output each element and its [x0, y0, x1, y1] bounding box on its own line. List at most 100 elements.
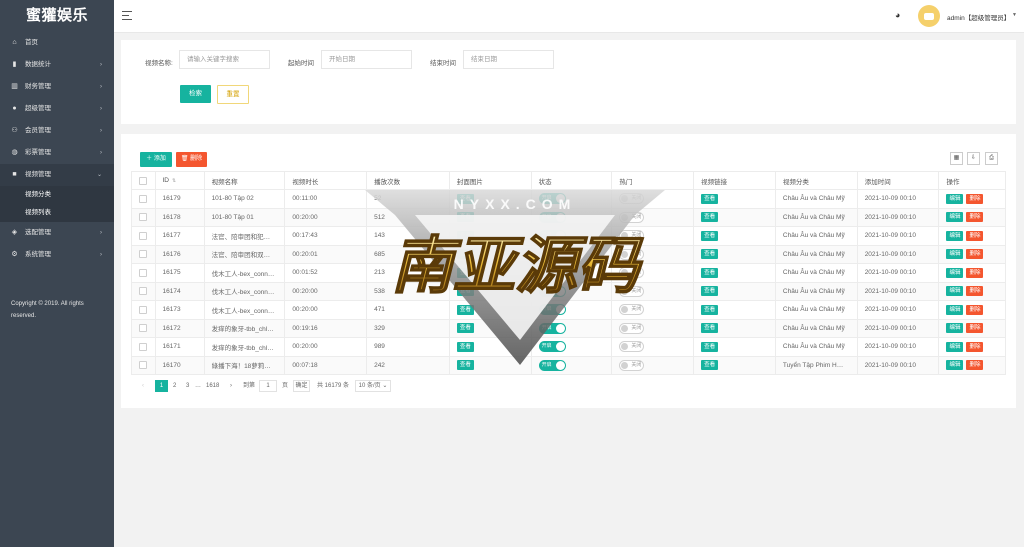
table-row[interactable]: 16175 伐木工人-bex_conn… 00:01:52 213 查看 开启 关闭 查看 Ch…: [131, 263, 1006, 283]
bulk-delete-button[interactable]: 🗑 删除: [176, 152, 207, 167]
add-button[interactable]: ＋ 添加: [140, 152, 172, 167]
status-toggle[interactable]: 开启: [538, 230, 566, 242]
view-cover-button[interactable]: 查看: [456, 286, 474, 297]
export-icon[interactable]: ⇩: [967, 152, 980, 165]
edit-button[interactable]: 编辑: [946, 304, 964, 315]
column-header[interactable]: ID ⇅: [154, 171, 205, 190]
edit-button[interactable]: 编辑: [946, 360, 964, 371]
page-2[interactable]: 2: [173, 380, 176, 392]
hot-toggle[interactable]: 关闭: [619, 304, 645, 316]
view-cover-button[interactable]: 查看: [456, 267, 474, 278]
sidebar-item-lottery[interactable]: ◍ 彩票管理 ›: [0, 142, 114, 164]
sidebar-item-video[interactable]: ■ 视频管理 ⌄: [0, 164, 114, 186]
delete-button[interactable]: 删除: [966, 212, 984, 223]
status-toggle[interactable]: 开启: [538, 267, 566, 279]
search-button[interactable]: 检索: [180, 85, 211, 103]
hot-toggle[interactable]: 关闭: [619, 193, 645, 205]
goto-confirm-button[interactable]: 确定: [293, 380, 310, 392]
status-toggle[interactable]: 开启: [538, 304, 566, 316]
view-cover-button[interactable]: 查看: [456, 230, 474, 241]
status-toggle[interactable]: 开启: [538, 359, 566, 371]
table-row[interactable]: 16173 伐木工人-bex_conn… 00:20:00 471 查看 开启 关闭 查看 Ch…: [131, 300, 1006, 320]
admin-user-label[interactable]: admin【超级管理员】: [947, 12, 1010, 22]
view-link-button[interactable]: 查看: [701, 341, 719, 352]
sidebar-item-finance[interactable]: ▥ 财务管理 ›: [0, 76, 114, 98]
page-3[interactable]: 3: [186, 380, 189, 392]
edit-button[interactable]: 编辑: [946, 212, 964, 223]
edit-button[interactable]: 编辑: [946, 267, 964, 278]
row-checkbox[interactable]: [131, 318, 156, 338]
page-size-select[interactable]: 10 条/页 ⌄: [355, 380, 391, 392]
hot-toggle[interactable]: 关闭: [619, 285, 645, 297]
columns-filter-icon[interactable]: ▦: [950, 152, 963, 165]
edit-button[interactable]: 编辑: [946, 323, 964, 334]
view-cover-button[interactable]: 查看: [456, 304, 474, 315]
edit-button[interactable]: 编辑: [946, 341, 964, 352]
delete-button[interactable]: 删除: [966, 304, 984, 315]
row-checkbox[interactable]: [131, 281, 156, 301]
sidebar-item-statistics[interactable]: ▮ 数据统计 ›: [0, 54, 114, 76]
hot-toggle[interactable]: 关闭: [619, 359, 645, 371]
hot-toggle[interactable]: 关闭: [619, 230, 645, 242]
row-checkbox[interactable]: [131, 355, 156, 375]
delete-button[interactable]: 删除: [966, 249, 984, 260]
print-icon[interactable]: ⎙: [985, 152, 998, 165]
page-1[interactable]: 1: [155, 380, 168, 392]
status-toggle[interactable]: 开启: [538, 341, 566, 353]
edit-button[interactable]: 编辑: [946, 230, 964, 241]
view-cover-button[interactable]: 查看: [456, 249, 474, 260]
table-row[interactable]: 16171 发痒的象牙-tbb_chl… 00:20:00 989 查看 开启 关闭 查看 Ch…: [131, 337, 1006, 357]
avatar[interactable]: [918, 5, 940, 27]
select-all-checkbox[interactable]: [131, 171, 156, 190]
edit-button[interactable]: 编辑: [946, 249, 964, 260]
view-link-button[interactable]: 查看: [701, 193, 719, 204]
table-row[interactable]: 16170 綠播下海！18萝莉… 00:07:18 242 查看 开启 关闭 查看 Tuyển …: [131, 355, 1006, 375]
row-checkbox[interactable]: [131, 226, 156, 246]
table-row[interactable]: 16177 法官、陪审团和犯… 00:17:43 143 查看 开启 关闭 查看 Châu Âu…: [131, 226, 1006, 246]
table-row[interactable]: 16172 发痒的象牙-tbb_chl… 00:19:16 329 查看 开启 关闭 查看 Ch…: [131, 318, 1006, 338]
view-link-button[interactable]: 查看: [701, 212, 719, 223]
delete-button[interactable]: 删除: [966, 341, 984, 352]
row-checkbox[interactable]: [131, 244, 156, 264]
palette-icon[interactable]: ◕: [895, 10, 905, 20]
edit-button[interactable]: 编辑: [946, 193, 964, 204]
delete-button[interactable]: 删除: [966, 286, 984, 297]
status-toggle[interactable]: 开启: [538, 285, 566, 297]
page-last[interactable]: 1618: [206, 380, 219, 392]
view-cover-button[interactable]: 查看: [456, 212, 474, 223]
view-link-button[interactable]: 查看: [701, 304, 719, 315]
view-cover-button[interactable]: 查看: [456, 360, 474, 371]
status-toggle[interactable]: 开启: [538, 211, 566, 223]
sidebar-item-members[interactable]: ⚇ 会员管理 ›: [0, 120, 114, 142]
table-row[interactable]: 16174 伐木工人-bex_conn… 00:20:00 538 查看 开启 关闭 查看 Ch…: [131, 281, 1006, 301]
end-date-input[interactable]: 结束日期: [463, 50, 554, 69]
table-row[interactable]: 16179 101-80 Tập 02 00:11:00 52 查看 开启 关闭 查看 Châu…: [131, 189, 1006, 209]
table-row[interactable]: 16176 法官、陪审团和双… 00:20:01 685 查看 开启 关闭 查看 Châu Âu…: [131, 244, 1006, 264]
start-date-input[interactable]: 开始日期: [321, 50, 412, 69]
hot-toggle[interactable]: 关闭: [619, 322, 645, 334]
view-cover-button[interactable]: 查看: [456, 193, 474, 204]
table-row[interactable]: 16178 101-80 Tập 01 00:20:00 512 查看 开启 关闭 查看 Châ…: [131, 207, 1006, 227]
delete-button[interactable]: 删除: [966, 267, 984, 278]
hot-toggle[interactable]: 关闭: [619, 341, 645, 353]
view-link-button[interactable]: 查看: [701, 286, 719, 297]
row-checkbox[interactable]: [131, 189, 156, 209]
view-cover-button[interactable]: 查看: [456, 323, 474, 334]
view-link-button[interactable]: 查看: [701, 360, 719, 371]
delete-button[interactable]: 删除: [966, 230, 984, 241]
prev-page-icon[interactable]: ‹: [142, 380, 144, 392]
row-checkbox[interactable]: [131, 263, 156, 283]
caret-down-icon[interactable]: ▼: [1012, 12, 1017, 18]
hot-toggle[interactable]: 关闭: [619, 211, 645, 223]
video-name-input[interactable]: 请输入关键字搜索: [179, 50, 270, 69]
sidebar-subitem-video-category[interactable]: 视频分类: [0, 186, 114, 204]
status-toggle[interactable]: 开启: [538, 322, 566, 334]
view-link-button[interactable]: 查看: [701, 230, 719, 241]
sidebar-item-system[interactable]: ⚙ 系统管理 ›: [0, 244, 114, 266]
hot-toggle[interactable]: 关闭: [619, 248, 645, 260]
delete-button[interactable]: 删除: [966, 323, 984, 334]
row-checkbox[interactable]: [131, 337, 156, 357]
page-number-input[interactable]: 1: [259, 380, 277, 392]
sidebar-subitem-video-list[interactable]: 视频列表: [0, 204, 114, 222]
sidebar-item-super-admin[interactable]: ● 超级管理 ›: [0, 98, 114, 120]
